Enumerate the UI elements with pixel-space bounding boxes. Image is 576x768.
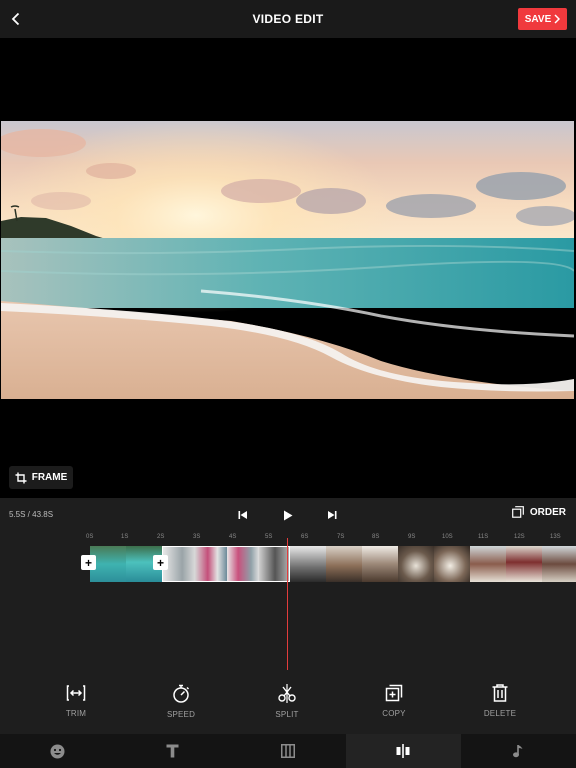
video-preview-area: FRAME: [0, 38, 576, 498]
tab-sticker[interactable]: [0, 734, 115, 768]
ruler-tick: 0S: [86, 534, 94, 540]
tool-label: SPEED: [166, 710, 196, 719]
save-button[interactable]: SAVE: [518, 8, 567, 30]
clip-thumbnail: [470, 546, 506, 582]
video-clip-selected[interactable]: [162, 546, 290, 582]
clip-thumbnail: [227, 547, 259, 581]
skip-back-icon: [238, 511, 247, 519]
page-title: VIDEO EDIT: [252, 12, 324, 26]
split-button[interactable]: SPLIT: [252, 684, 322, 719]
clip-thumbnail: [362, 546, 398, 582]
sticker-icon: [50, 744, 65, 758]
order-icon: [511, 506, 524, 518]
ruler-tick: 8S: [372, 534, 380, 540]
editor-panel: 5.5S / 43.8S ORDER 0S 1S 2S 3S 4S 5S 6S …: [0, 498, 576, 734]
ruler-tick: 11S: [478, 534, 489, 540]
clip-thumbnail: [326, 546, 362, 582]
tab-music[interactable]: [461, 734, 576, 768]
skip-back-button[interactable]: [234, 506, 252, 524]
copy-button[interactable]: COPY: [359, 684, 429, 718]
trim-icon: [66, 685, 86, 701]
add-transition-button[interactable]: +: [153, 555, 168, 570]
play-button[interactable]: [279, 506, 297, 524]
ruler-tick: 5S: [265, 534, 273, 540]
edit-toolbar: TRIM SPEED SPLIT COPY DELETE: [0, 684, 576, 732]
save-button-label: SAVE: [524, 13, 552, 25]
video-clip[interactable]: [290, 546, 576, 582]
play-icon: [284, 510, 293, 520]
ruler-tick: 7S: [337, 534, 345, 540]
crop-icon: [15, 472, 27, 483]
trim-button[interactable]: TRIM: [41, 684, 111, 718]
chevron-right-icon: [554, 14, 561, 24]
ruler-tick: 12S: [514, 534, 525, 540]
ruler-tick: 6S: [301, 534, 309, 540]
split-icon: [278, 684, 296, 703]
ruler-tick: 9S: [408, 534, 416, 540]
filter-icon: [281, 744, 295, 758]
frame-button-label: FRAME: [31, 472, 68, 483]
tab-edit[interactable]: [345, 734, 461, 768]
tab-text[interactable]: [115, 734, 230, 768]
text-icon: [166, 744, 179, 758]
video-clip[interactable]: [90, 546, 162, 582]
tool-label: TRIM: [65, 709, 87, 718]
speed-button[interactable]: SPEED: [146, 684, 216, 719]
ruler-tick: 4S: [229, 534, 237, 540]
bottom-tab-bar: [0, 734, 576, 768]
clip-thumbnail: [398, 546, 434, 582]
speed-icon: [173, 684, 190, 703]
clip-thumbnail: [290, 546, 326, 582]
clip-thumbnail: [542, 546, 576, 582]
delete-button[interactable]: DELETE: [465, 684, 535, 718]
skip-forward-button[interactable]: [323, 506, 341, 524]
copy-icon: [385, 684, 403, 702]
ruler-tick: 3S: [193, 534, 201, 540]
skip-forward-icon: [328, 511, 337, 519]
add-transition-button[interactable]: +: [81, 555, 96, 570]
frame-button[interactable]: FRAME: [9, 466, 73, 489]
order-label: ORDER: [529, 506, 566, 518]
tool-label: SPLIT: [275, 710, 299, 719]
tab-filter[interactable]: [230, 734, 345, 768]
top-bar: VIDEO EDIT SAVE: [0, 0, 576, 38]
clip-thumbnail: [434, 546, 470, 582]
timecode: 5.5S / 43.8S: [9, 510, 54, 519]
ruler-tick: 10S: [442, 534, 453, 540]
clip-thumbnail: [195, 547, 227, 581]
timeline-ruler: 0S 1S 2S 3S 4S 5S 6S 7S 8S 9S 10S 11S 12…: [0, 534, 576, 544]
edit-icon: [396, 744, 410, 758]
clip-thumbnail: [506, 546, 542, 582]
tool-label: COPY: [382, 709, 406, 718]
video-frame[interactable]: [1, 121, 574, 399]
ruler-tick: 2S: [157, 534, 165, 540]
ruler-tick: 1S: [121, 534, 129, 540]
ruler-tick: 13S: [550, 534, 561, 540]
clip-thumbnail: [259, 547, 289, 581]
music-icon: [513, 745, 523, 758]
playhead[interactable]: [287, 538, 288, 670]
delete-icon: [492, 684, 508, 702]
order-button[interactable]: ORDER: [511, 506, 566, 518]
tool-label: DELETE: [483, 709, 517, 718]
